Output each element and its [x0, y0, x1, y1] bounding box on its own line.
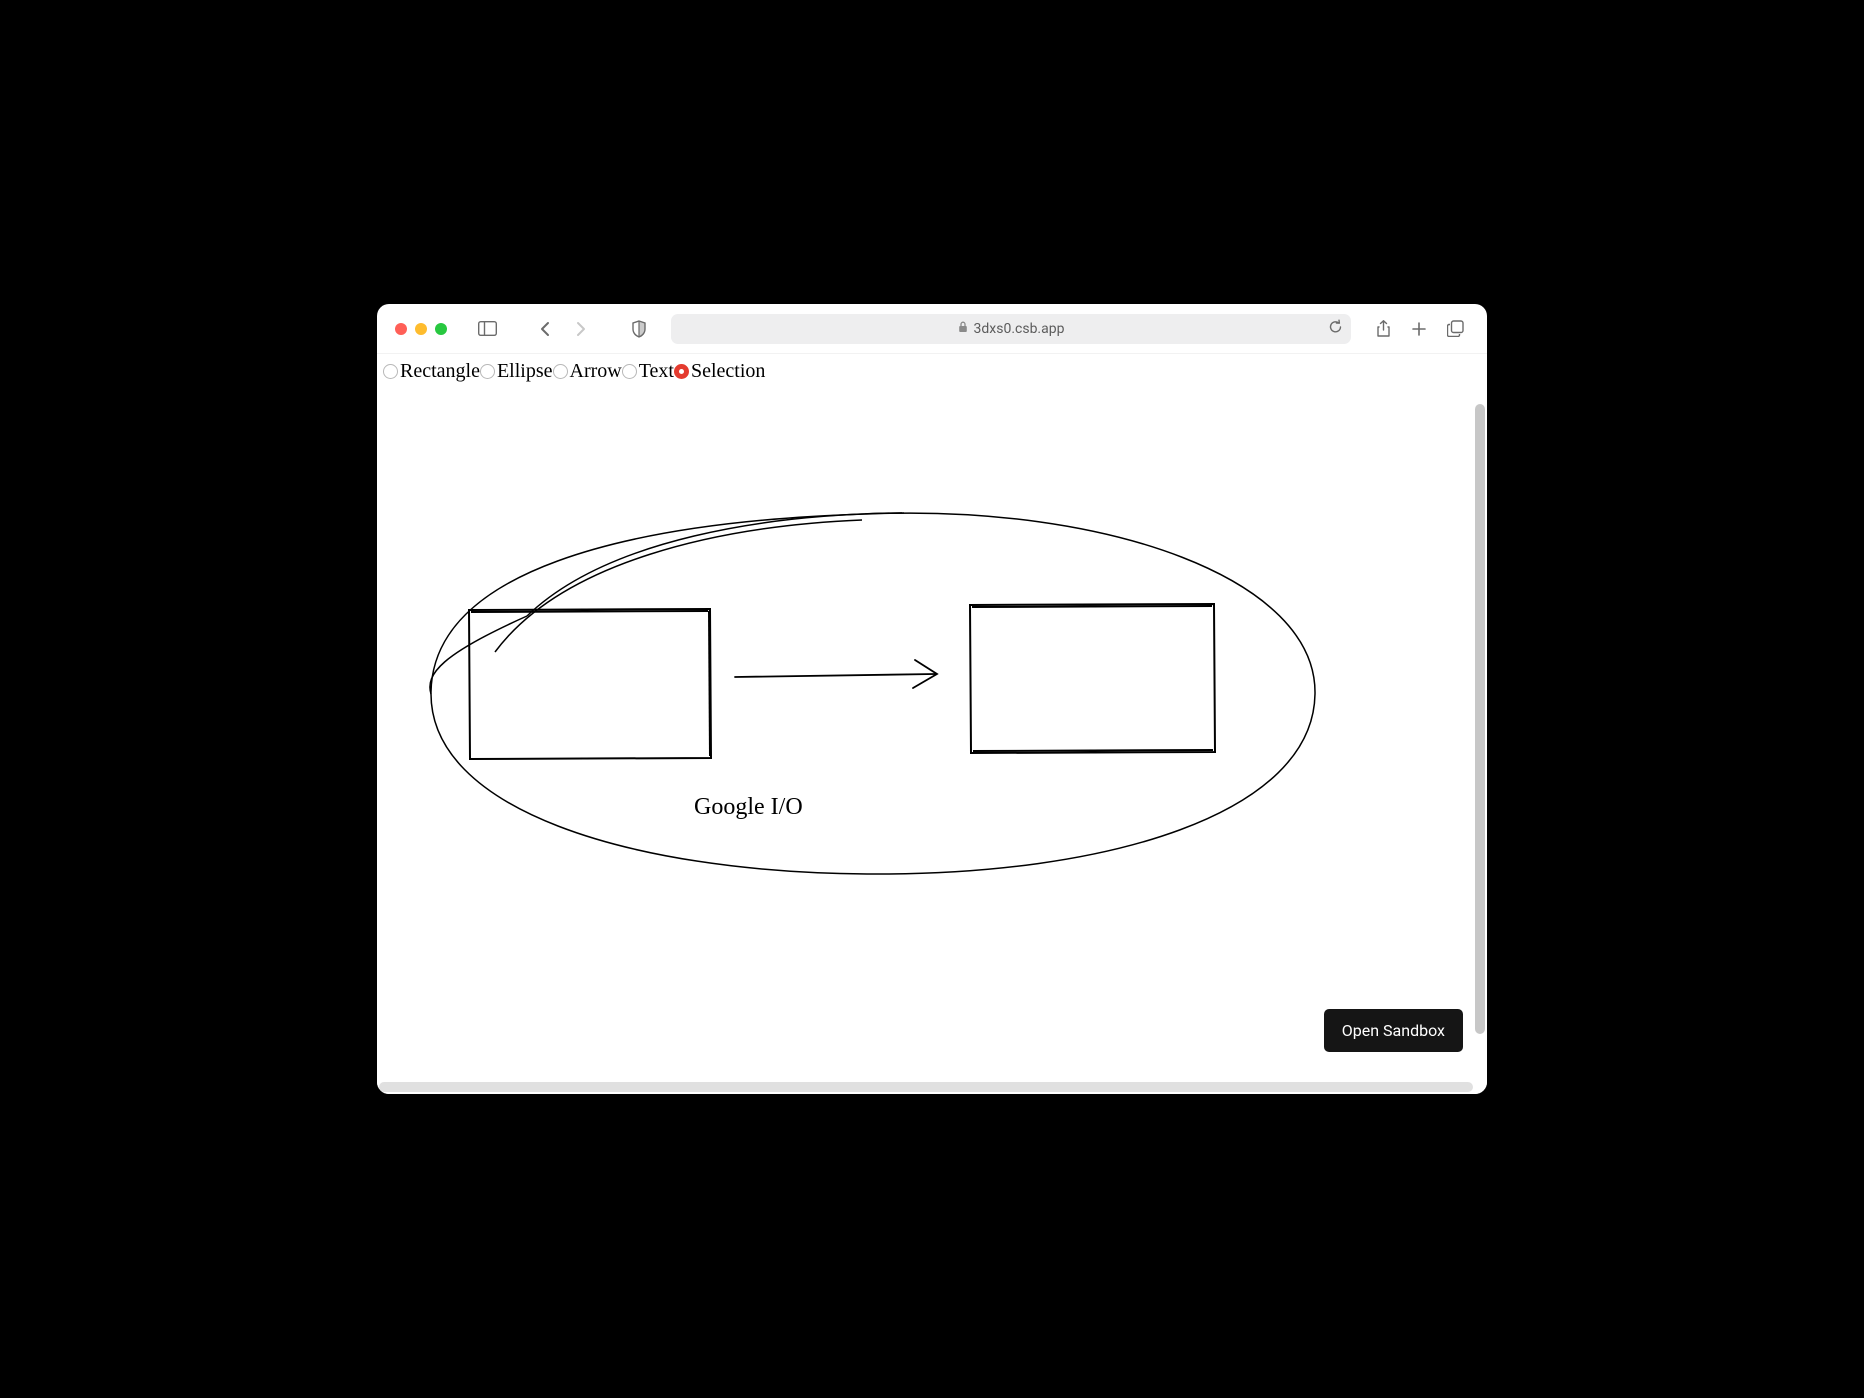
- forward-button[interactable]: [567, 315, 595, 343]
- page-content: Rectangle Ellipse Arrow Text Selection: [377, 354, 1487, 1094]
- shape-rectangle-right[interactable]: [970, 604, 1215, 753]
- canvas-svg: Google I/O: [377, 354, 1487, 1094]
- window-traffic-lights: [395, 323, 447, 335]
- back-button[interactable]: [531, 315, 559, 343]
- reload-icon[interactable]: [1328, 319, 1343, 339]
- shape-text[interactable]: Google I/O: [694, 794, 803, 820]
- browser-window: 3dxs0.csb.app Rectangle Ellipse: [377, 304, 1487, 1094]
- horizontal-scrollbar[interactable]: [379, 1082, 1473, 1092]
- address-bar[interactable]: 3dxs0.csb.app: [671, 314, 1351, 344]
- browser-titlebar: 3dxs0.csb.app: [377, 304, 1487, 354]
- shield-icon[interactable]: [625, 315, 653, 343]
- new-tab-icon[interactable]: [1405, 315, 1433, 343]
- maximize-window-button[interactable]: [435, 323, 447, 335]
- minimize-window-button[interactable]: [415, 323, 427, 335]
- vertical-scrollbar[interactable]: [1475, 404, 1485, 1034]
- tabs-overview-icon[interactable]: [1441, 315, 1469, 343]
- drawing-canvas[interactable]: Google I/O: [377, 354, 1487, 1094]
- shape-rectangle-left[interactable]: [469, 609, 711, 759]
- lock-icon: [958, 321, 968, 337]
- shape-ellipse[interactable]: [430, 513, 1315, 874]
- share-icon[interactable]: [1369, 315, 1397, 343]
- open-sandbox-button[interactable]: Open Sandbox: [1324, 1009, 1463, 1052]
- address-url: 3dxs0.csb.app: [974, 321, 1065, 337]
- close-window-button[interactable]: [395, 323, 407, 335]
- sidebar-toggle-icon[interactable]: [473, 315, 501, 343]
- shape-arrow[interactable]: [735, 660, 937, 688]
